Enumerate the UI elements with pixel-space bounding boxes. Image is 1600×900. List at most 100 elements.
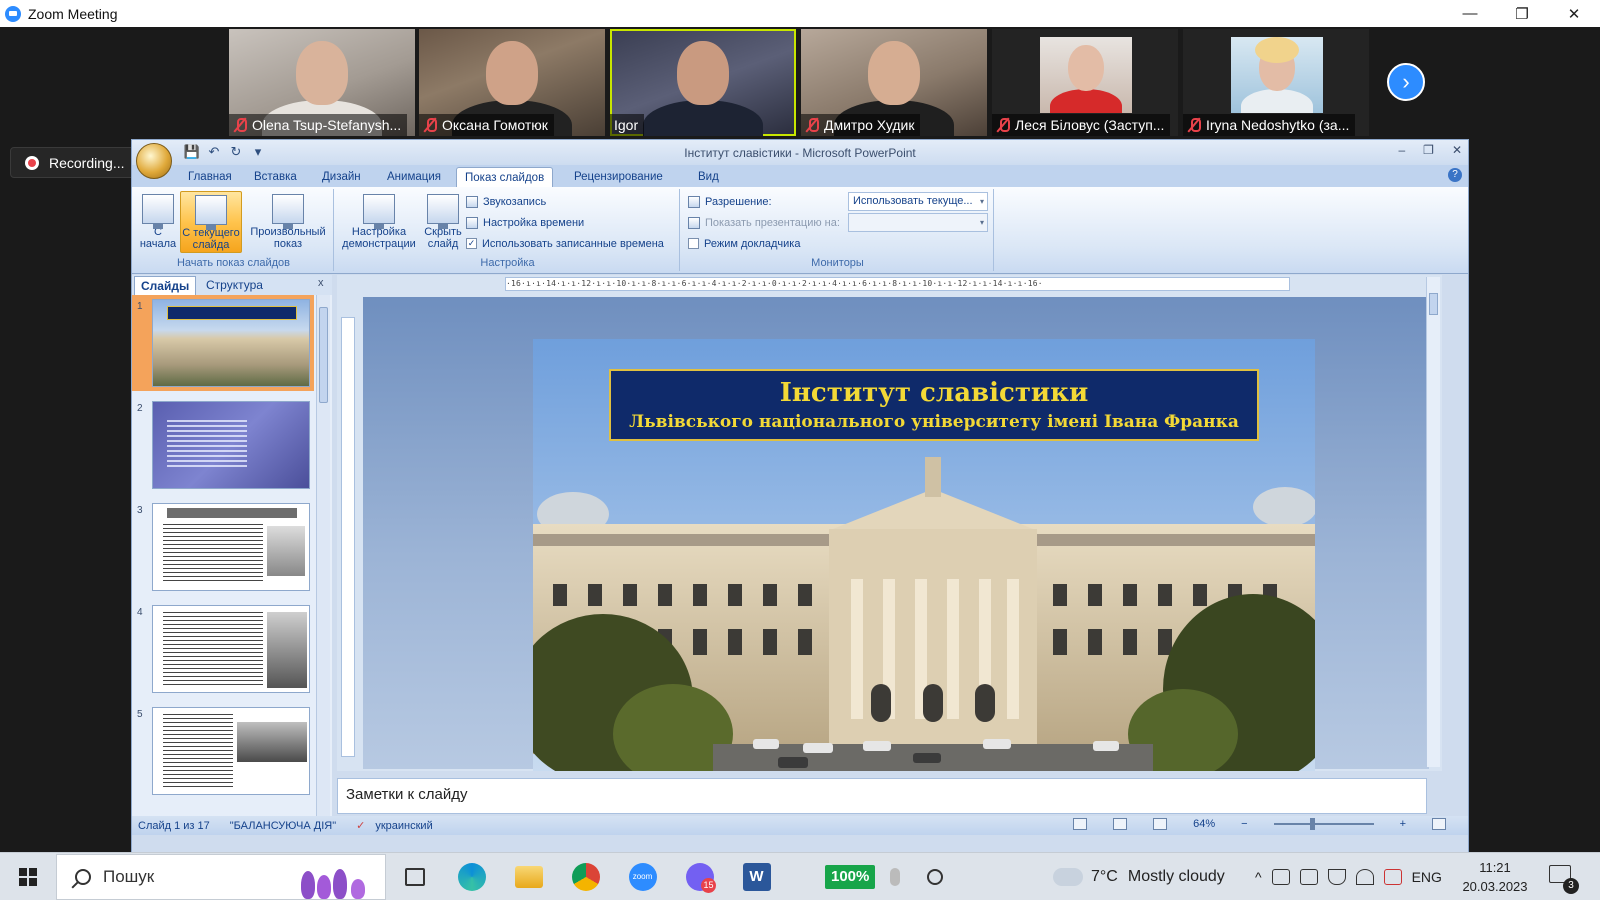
slide-thumbnail[interactable]: 3 bbox=[132, 499, 314, 595]
slide-thumbnail[interactable]: 2 bbox=[132, 397, 314, 493]
record-narration-button[interactable]: Звукозапись bbox=[466, 193, 546, 210]
ppt-close-button[interactable]: ✕ bbox=[1452, 143, 1462, 157]
zoom-slider[interactable] bbox=[1273, 818, 1374, 830]
participant-profile-photo bbox=[1231, 37, 1323, 113]
chrome-icon[interactable] bbox=[557, 853, 614, 900]
tab-home[interactable]: Главная bbox=[180, 167, 240, 187]
tab-design[interactable]: Дизайн bbox=[314, 167, 369, 187]
office-button[interactable] bbox=[136, 143, 172, 179]
save-icon[interactable]: 💾 bbox=[184, 144, 200, 160]
help-icon[interactable]: ? bbox=[1448, 168, 1462, 182]
slide-sorter-view-icon[interactable] bbox=[1113, 818, 1128, 830]
slides-pane-scrollbar[interactable] bbox=[316, 295, 330, 816]
redo-icon[interactable]: ↻ bbox=[228, 144, 244, 160]
participant-tile-active-speaker[interactable]: Igor bbox=[610, 29, 796, 136]
notes-pane[interactable]: Заметки к слайду bbox=[337, 778, 1427, 814]
slideshow-view-icon[interactable] bbox=[1153, 818, 1168, 830]
zoom-logo-icon bbox=[5, 5, 21, 22]
participant-tile[interactable]: Оксана Гомотюк bbox=[419, 29, 605, 136]
scrollbar-thumb[interactable] bbox=[1429, 293, 1438, 315]
dropbox-icon[interactable] bbox=[1383, 869, 1402, 885]
timer-icon bbox=[466, 216, 478, 229]
next-page-arrow-icon[interactable]: › bbox=[1387, 63, 1425, 101]
thumb-photo bbox=[267, 612, 307, 688]
word-icon[interactable]: W bbox=[728, 853, 785, 900]
resolution-dropdown[interactable]: Использовать текуще... ▾ bbox=[848, 192, 988, 211]
tab-animation[interactable]: Анимация bbox=[379, 167, 449, 187]
close-pane-icon[interactable]: x bbox=[318, 277, 324, 289]
participant-tile[interactable]: Olena Tsup-Stefanysh... bbox=[229, 29, 415, 136]
people-icon[interactable] bbox=[915, 853, 955, 900]
weather-widget[interactable]: 7°C Mostly cloudy bbox=[1049, 853, 1225, 900]
battery-indicator[interactable]: 100% bbox=[825, 864, 876, 889]
taskbar-search-box[interactable]: Пошук bbox=[56, 853, 386, 900]
rehearse-timings-button[interactable]: Настройка времени bbox=[466, 214, 584, 231]
customize-qat-icon[interactable]: ▾ bbox=[250, 144, 266, 160]
participant-tile[interactable]: Дмитро Худик bbox=[801, 29, 987, 136]
viber-icon[interactable]: 15 bbox=[671, 853, 728, 900]
clock-time: 11:21 bbox=[1479, 860, 1511, 875]
tab-insert[interactable]: Вставка bbox=[246, 167, 305, 187]
volume-icon[interactable] bbox=[1327, 869, 1346, 885]
thumb-image bbox=[152, 401, 310, 489]
custom-show-button[interactable]: Произвольный показ bbox=[246, 191, 330, 253]
setup-show-button[interactable]: Настройка демонстрации bbox=[338, 191, 420, 253]
fit-to-window-icon[interactable] bbox=[1432, 818, 1446, 830]
slide-thumbnail[interactable]: 1 bbox=[132, 295, 314, 391]
tab-review[interactable]: Рецензирование bbox=[566, 167, 671, 187]
vertical-ruler bbox=[341, 317, 355, 757]
edge-icon[interactable] bbox=[443, 853, 500, 900]
scrollbar-thumb[interactable] bbox=[319, 307, 328, 403]
editor-vertical-scrollbar[interactable] bbox=[1426, 277, 1440, 767]
zoom-out-icon[interactable]: − bbox=[1241, 818, 1247, 830]
current-slide[interactable]: Інститут славістики Львівського націонал… bbox=[533, 339, 1315, 771]
file-explorer-icon[interactable] bbox=[500, 853, 557, 900]
participant-tile[interactable]: Леся Біловус (Заступ... bbox=[992, 29, 1178, 136]
spellcheck-icon[interactable]: ✓ bbox=[356, 819, 365, 832]
show-on-dropdown[interactable]: ▾ bbox=[848, 213, 988, 232]
slide-thumbnail[interactable]: 5 bbox=[132, 703, 314, 799]
system-tray: ^ ENG bbox=[1255, 853, 1442, 900]
slide-title-banner[interactable]: Інститут славістики Львівського націонал… bbox=[609, 369, 1259, 441]
slide-thumbnail[interactable]: 4 bbox=[132, 601, 314, 697]
slide-number: 3 bbox=[137, 505, 143, 516]
restore-button[interactable]: ❐ bbox=[1496, 0, 1548, 27]
normal-view-icon[interactable] bbox=[1073, 818, 1088, 830]
zoom-app-icon[interactable]: zoom bbox=[614, 853, 671, 900]
use-timings-checkbox[interactable]: ✓ Использовать записанные времена bbox=[466, 235, 664, 252]
hide-slide-button[interactable]: Скрыть слайд bbox=[420, 191, 466, 253]
zoom-titlebar: Zoom Meeting — ❐ ✕ bbox=[0, 0, 1600, 27]
presenter-view-checkbox[interactable]: Режим докладчика bbox=[688, 235, 800, 252]
zoom-in-icon[interactable]: + bbox=[1400, 818, 1406, 830]
show-on-label: Показать презентацию на: bbox=[688, 214, 840, 231]
viber-badge: 15 bbox=[701, 877, 716, 893]
thumb-image bbox=[152, 605, 310, 693]
task-view-icon[interactable] bbox=[386, 853, 443, 900]
language-indicator[interactable]: украинский bbox=[375, 820, 432, 832]
slide-number: 1 bbox=[137, 301, 143, 312]
undo-icon[interactable]: ↶ bbox=[206, 144, 222, 160]
touch-pen-icon[interactable] bbox=[875, 853, 915, 900]
close-button[interactable]: ✕ bbox=[1548, 0, 1600, 27]
input-language[interactable]: ENG bbox=[1412, 869, 1442, 885]
show-hidden-icons-chevron-icon[interactable]: ^ bbox=[1255, 869, 1262, 885]
projector-icon bbox=[688, 216, 700, 229]
recording-indicator[interactable]: Recording... bbox=[10, 147, 138, 178]
meet-now-icon[interactable] bbox=[1271, 869, 1290, 885]
display-icon[interactable] bbox=[1299, 869, 1318, 885]
from-current-slide-button[interactable]: С текущего слайда bbox=[180, 191, 242, 253]
minimize-button[interactable]: — bbox=[1444, 0, 1496, 27]
ppt-restore-button[interactable]: ❐ bbox=[1423, 143, 1434, 157]
wifi-icon[interactable] bbox=[1355, 869, 1374, 885]
tab-slides[interactable]: Слайды bbox=[134, 276, 197, 295]
from-beginning-button[interactable]: С начала bbox=[138, 191, 178, 253]
tab-view[interactable]: Вид bbox=[690, 167, 727, 187]
ppt-minimize-button[interactable]: – bbox=[1398, 143, 1405, 157]
tab-slide-show[interactable]: Показ слайдов bbox=[456, 167, 554, 187]
taskbar-clock[interactable]: 11:21 20.03.2023 bbox=[1460, 858, 1530, 896]
windows-logo-icon bbox=[19, 867, 37, 886]
zoom-level[interactable]: 64% bbox=[1193, 818, 1215, 830]
start-button[interactable] bbox=[0, 853, 56, 900]
participant-tile[interactable]: Iryna Nedoshytko (за... bbox=[1183, 29, 1369, 136]
tab-outline[interactable]: Структура bbox=[200, 276, 269, 295]
